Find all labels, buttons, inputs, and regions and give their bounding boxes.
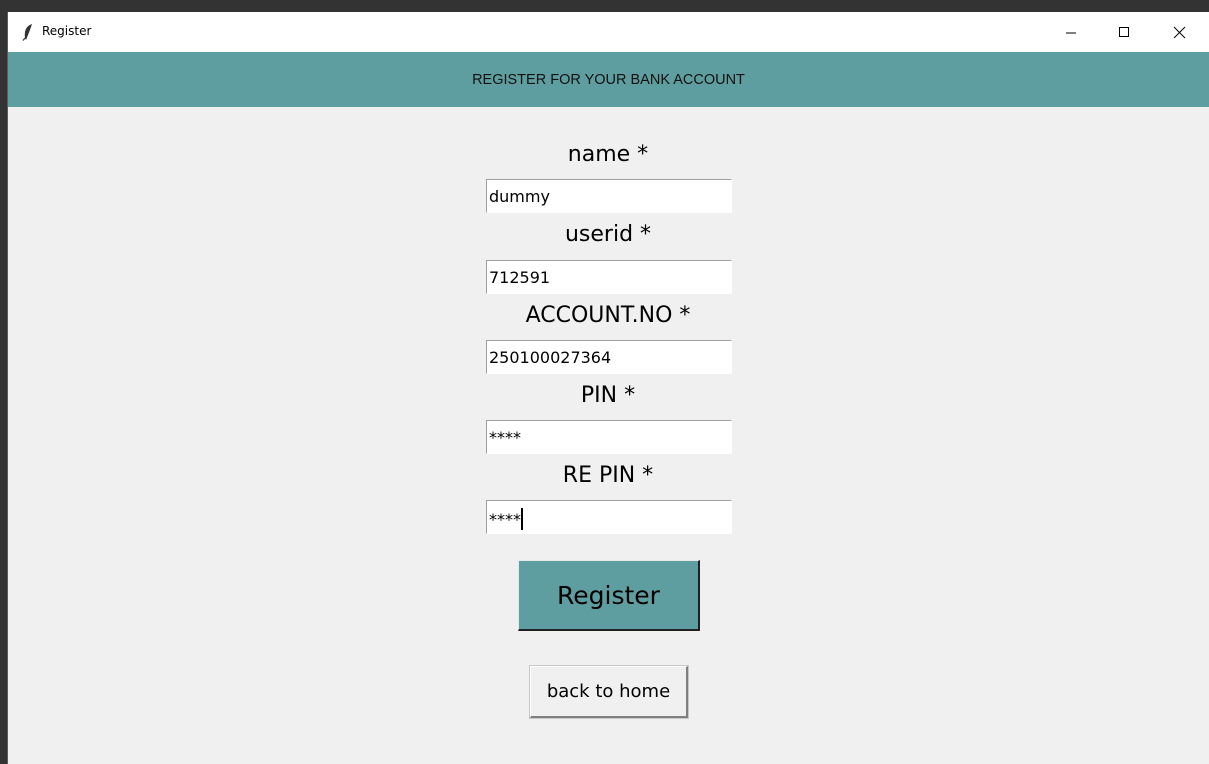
account-no-field[interactable]: 250100027364 xyxy=(486,340,732,374)
pin-field[interactable]: **** xyxy=(486,420,732,454)
close-button[interactable] xyxy=(1156,12,1202,52)
userid-value: 712591 xyxy=(489,268,551,287)
pin-value: **** xyxy=(489,428,521,447)
re-pin-value: **** xyxy=(489,510,521,529)
close-icon xyxy=(1173,26,1185,38)
minimize-button[interactable] xyxy=(1048,12,1094,52)
text-caret xyxy=(521,508,523,530)
name-value: dummy xyxy=(489,187,550,206)
userid-field[interactable]: 712591 xyxy=(486,260,732,294)
title-bar: Register xyxy=(8,12,1209,52)
account-no-label: ACCOUNT.NO * xyxy=(525,303,691,328)
pin-label: PIN * xyxy=(580,383,636,408)
re-pin-label: RE PIN * xyxy=(562,463,654,488)
page-title: REGISTER FOR YOUR BANK ACCOUNT xyxy=(472,71,745,88)
back-to-home-button[interactable]: back to home xyxy=(529,665,689,719)
re-pin-field[interactable]: **** xyxy=(486,500,732,534)
feather-icon xyxy=(22,24,32,41)
window-title: Register xyxy=(42,24,92,38)
userid-label: userid * xyxy=(564,222,652,247)
name-field[interactable]: dummy xyxy=(486,179,732,213)
account-no-value: 250100027364 xyxy=(489,348,612,367)
page-header: REGISTER FOR YOUR BANK ACCOUNT xyxy=(8,52,1209,107)
name-label: name * xyxy=(567,142,649,167)
maximize-button[interactable] xyxy=(1101,12,1147,52)
register-button[interactable]: Register xyxy=(518,560,700,631)
maximize-icon xyxy=(1119,27,1129,37)
register-window: Register REGISTER FOR YOUR BANK ACCOUNT … xyxy=(7,12,1209,764)
minimize-icon xyxy=(1066,32,1076,34)
